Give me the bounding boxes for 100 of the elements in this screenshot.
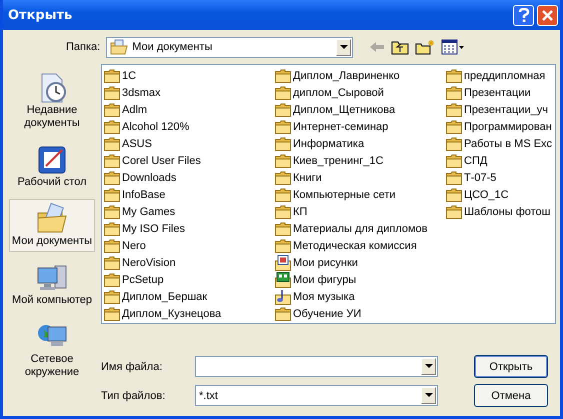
file-name: Мои фигуры (293, 274, 356, 286)
file-name: Материалы для дипломов (293, 222, 428, 234)
file-item[interactable]: NeroVision (104, 254, 275, 271)
folder-icon (446, 204, 462, 218)
file-item[interactable]: InfoBase (104, 186, 275, 203)
file-name: Методическая комиссия (293, 240, 417, 252)
file-name-field[interactable] (195, 356, 438, 377)
folder-icon (104, 290, 120, 304)
folder-icon (446, 170, 462, 184)
file-name: ЦСО_1С (464, 188, 509, 200)
file-item[interactable]: ЦСО_1С (446, 186, 554, 203)
file-item[interactable]: Материалы для дипломов (275, 220, 446, 237)
file-item[interactable]: ASUS (104, 135, 275, 152)
places-item[interactable]: Мои документы (9, 199, 95, 252)
file-item[interactable]: Компьютерные сети (275, 186, 446, 203)
file-name: Работы в MS Exc (464, 138, 552, 150)
file-item[interactable]: Программирован (446, 118, 554, 135)
file-item[interactable]: Информатика (275, 135, 446, 152)
places-item[interactable]: Мой компьютер (9, 258, 95, 311)
file-name: 1C (122, 70, 136, 82)
open-button[interactable]: Открыть (474, 355, 548, 378)
file-item[interactable]: Т-07-5 (446, 169, 554, 186)
documents-folder-icon (36, 203, 68, 235)
folder-icon (275, 86, 291, 100)
close-button[interactable] (537, 4, 558, 26)
file-name: Презентации_уч (464, 104, 548, 116)
file-name: Компьютерные сети (293, 188, 396, 200)
file-item[interactable]: преддипломная (446, 67, 554, 84)
file-name-label: Имя файла: (101, 360, 164, 372)
folder-icon (104, 256, 120, 270)
file-item[interactable]: Работы в MS Exc (446, 135, 554, 152)
file-name: Киев_тренинг_1С (293, 154, 384, 166)
folder-icon (275, 154, 291, 168)
file-item[interactable]: My Games (104, 203, 275, 220)
up-folder-icon[interactable] (391, 39, 410, 55)
folder-value: Мои документы (132, 41, 214, 53)
file-item[interactable]: Презентации (446, 84, 554, 101)
file-item[interactable]: Мои фигуры (275, 271, 446, 288)
file-item[interactable]: Методическая комиссия (275, 237, 446, 254)
file-name: Интернет-семинар (293, 120, 388, 132)
file-item[interactable]: Corel User Files (104, 152, 275, 169)
file-item[interactable]: Диплом_Бершак (104, 288, 275, 305)
file-item[interactable]: Downloads (104, 169, 275, 186)
folder-icon (104, 272, 120, 286)
file-name: Nero (122, 240, 146, 252)
folder-icon (104, 238, 120, 252)
file-item[interactable]: Обучение УИ (275, 305, 446, 322)
places-label: Недавние документы (23, 104, 81, 130)
file-item[interactable]: Книги (275, 169, 446, 186)
places-label: Сетевое окружение (24, 353, 80, 379)
file-item[interactable]: КП (275, 203, 446, 220)
file-item[interactable]: Презентации_уч (446, 101, 554, 118)
places-item[interactable]: Недавние документы (9, 68, 95, 134)
file-name: Downloads (122, 172, 176, 184)
folder-icon (446, 136, 462, 150)
file-item[interactable]: Диплом_Щетникова (275, 101, 446, 118)
file-name: Мои рисунки (293, 256, 358, 268)
file-item[interactable]: Alcohol 120% (104, 118, 275, 135)
window-title: Открыть (8, 8, 74, 22)
file-item[interactable]: PcSetup (104, 271, 275, 288)
file-item[interactable]: 1C (104, 67, 275, 84)
folder-icon (275, 136, 291, 150)
folder-dropdown[interactable]: Мои документы (106, 36, 354, 58)
help-button[interactable] (513, 4, 534, 26)
file-name: Шаблоны фотош (464, 206, 550, 218)
folder-icon (275, 68, 291, 82)
new-folder-icon[interactable] (415, 39, 436, 55)
folder-icon (104, 188, 120, 202)
file-item[interactable]: Мои рисунки (275, 254, 446, 271)
cancel-button[interactable]: Отмена (474, 384, 548, 407)
file-item[interactable]: Диплом_Кузнецова (104, 305, 275, 322)
file-item[interactable]: СПД (446, 152, 554, 169)
file-type-dropdown[interactable]: *.txt (195, 385, 438, 406)
file-item[interactable]: Adlm (104, 101, 275, 118)
file-item[interactable]: Интернет-семинар (275, 118, 446, 135)
file-item[interactable]: Диплом_Лавриненко (275, 67, 446, 84)
folder-icon (275, 204, 291, 218)
file-item[interactable]: Nero (104, 237, 275, 254)
file-item[interactable]: Киев_тренинг_1С (275, 152, 446, 169)
file-name: Обучение УИ (293, 308, 362, 320)
file-name: СПД (464, 154, 488, 166)
desktop-icon (36, 144, 68, 176)
file-name: PcSetup (122, 274, 164, 286)
music-folder-icon (275, 288, 291, 304)
file-name: Adlm (122, 104, 148, 116)
file-item[interactable]: Моя музыка (275, 288, 446, 305)
folder-icon (446, 102, 462, 116)
places-item[interactable]: Рабочий стол (9, 140, 95, 193)
file-item[interactable]: 3dsmax (104, 84, 275, 101)
file-name: Презентации (464, 86, 531, 98)
folder-icon (446, 120, 462, 134)
folder-icon (104, 222, 120, 236)
pictures-folder-icon (275, 254, 291, 270)
folder-icon (104, 154, 120, 168)
file-item[interactable]: Шаблоны фотош (446, 203, 554, 220)
file-item[interactable]: диплом_Сыровой (275, 84, 446, 101)
places-item[interactable]: Сетевое окружение (9, 317, 95, 383)
view-menu-icon[interactable] (441, 39, 466, 55)
file-item[interactable]: My ISO Files (104, 220, 275, 237)
help-icon (518, 8, 530, 22)
